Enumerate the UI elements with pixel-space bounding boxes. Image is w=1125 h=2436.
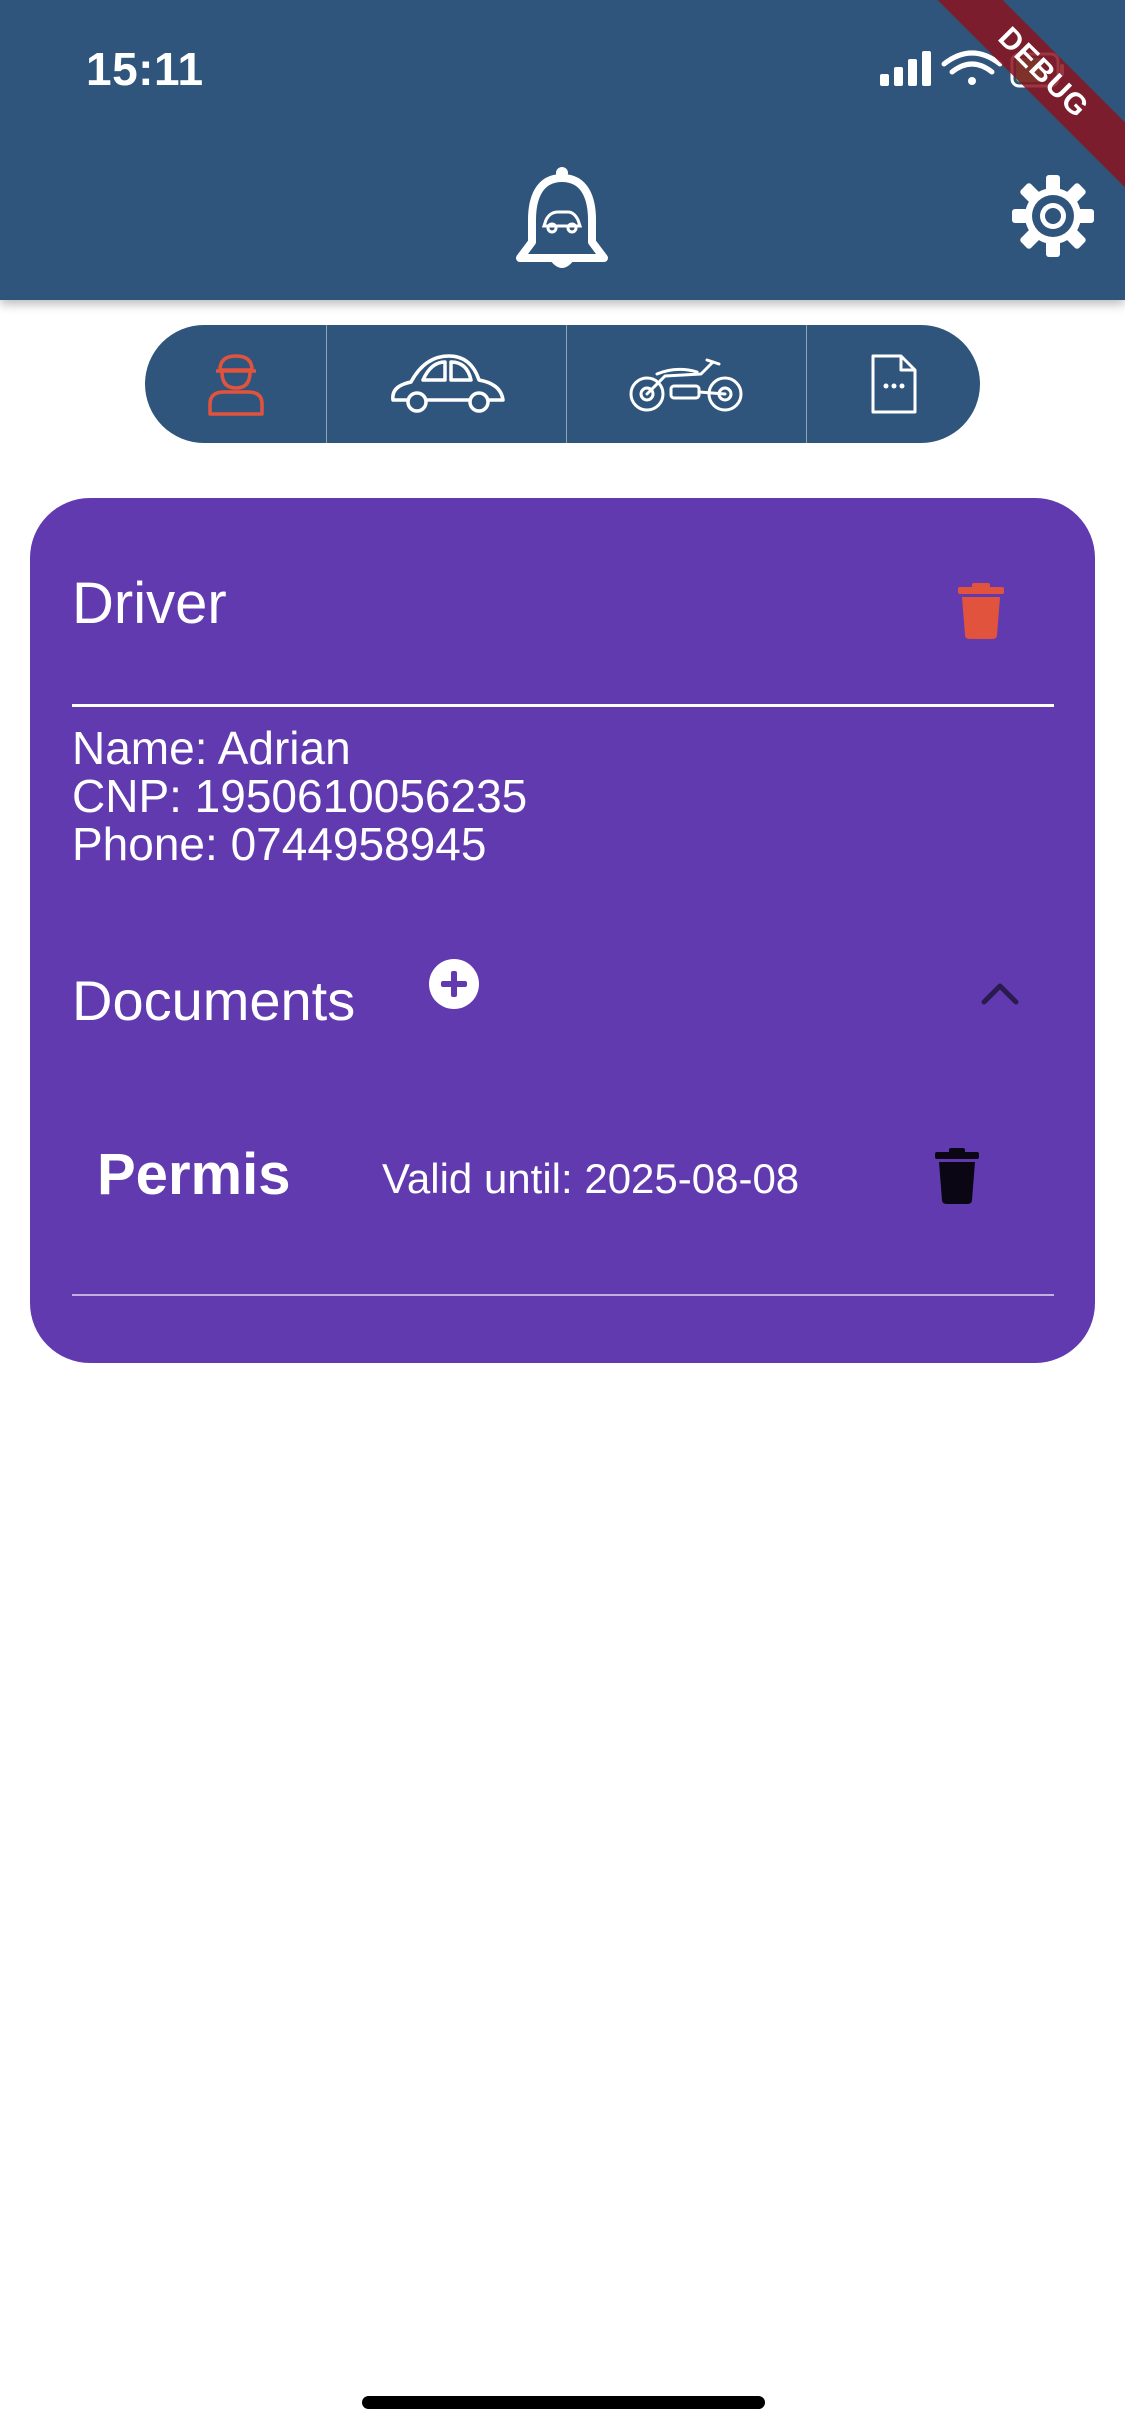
delete-document-trash-icon[interactable] (935, 1148, 979, 1204)
car-icon (390, 354, 505, 413)
status-time: 15:11 (86, 43, 204, 95)
chevron-up-icon[interactable] (980, 978, 1020, 1006)
driver-cnp: CNP: 1950610056235 (72, 770, 528, 822)
tab-driver[interactable] (145, 325, 327, 443)
delete-driver-trash-icon[interactable] (958, 583, 1004, 639)
tab-motorcycle[interactable] (567, 325, 807, 443)
title-divider (72, 704, 1054, 707)
document-valid-until: Valid until: 2025-08-08 (382, 1155, 800, 1202)
driver-phone: Phone: 0744958945 (72, 818, 487, 870)
category-tabbar (145, 325, 980, 443)
motorcycle-icon (629, 358, 742, 412)
document-name: Permis (97, 1142, 291, 1207)
home-indicator[interactable] (362, 2396, 765, 2409)
bell-car-icon[interactable] (512, 164, 612, 276)
signal-icon (880, 51, 931, 86)
document-divider (72, 1294, 1054, 1296)
card-title: Driver (72, 571, 227, 636)
add-document-plus-icon[interactable] (428, 958, 480, 1010)
driver-icon (207, 354, 264, 416)
driver-name: Name: Adrian (72, 722, 351, 774)
document-row[interactable]: Permis Valid until: 2025-08-08 (30, 1123, 1095, 1233)
document-icon (871, 354, 916, 414)
app-header: 15:11 DEBUG (0, 0, 1125, 300)
driver-info: Name: Adrian CNP: 1950610056235 Phone: 0… (72, 724, 527, 868)
tab-documents[interactable] (807, 325, 980, 443)
driver-card: Driver Name: Adrian CNP: 1950610056235 P… (30, 498, 1095, 1363)
documents-title: Documents (72, 969, 356, 1032)
tab-car[interactable] (327, 325, 567, 443)
debug-banner: DEBUG (925, 0, 1125, 200)
